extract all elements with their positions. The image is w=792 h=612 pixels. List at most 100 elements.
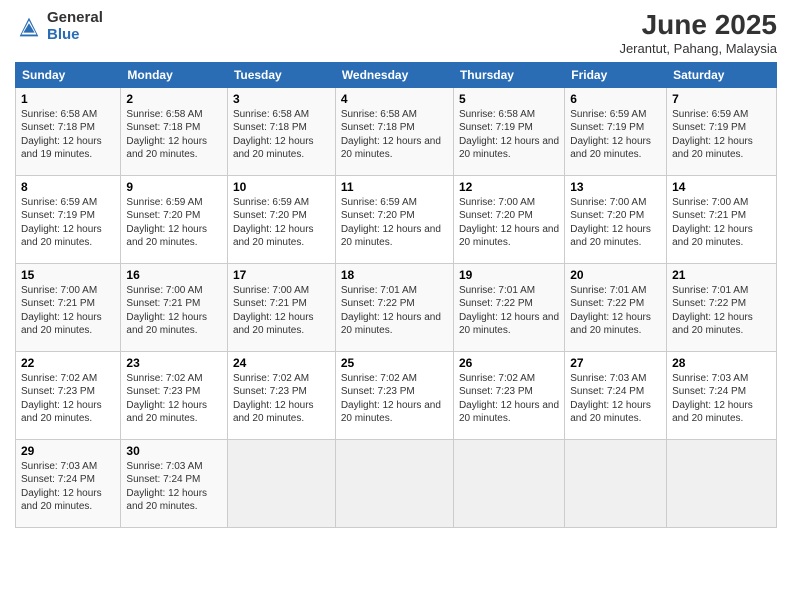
header-tuesday: Tuesday: [227, 62, 335, 87]
day-info: Sunrise: 6:58 AMSunset: 7:18 PMDaylight:…: [126, 108, 222, 162]
day-info: Sunrise: 7:01 AMSunset: 7:22 PMDaylight:…: [570, 284, 661, 338]
calendar-cell: 4 Sunrise: 6:58 AMSunset: 7:18 PMDaylight…: [335, 87, 453, 175]
logo-blue-text: Blue: [47, 27, 103, 44]
calendar-cell: 22 Sunrise: 7:02 AMSunset: 7:23 PMDayligh…: [16, 351, 121, 439]
day-number: 9: [126, 180, 222, 194]
calendar-cell: 5Sunrise: 6:58 AMSunset: 7:19 PMDaylight…: [453, 87, 564, 175]
header-monday: Monday: [121, 62, 228, 87]
calendar-cell: [667, 439, 777, 527]
day-info: Sunrise: 6:58 AMSunset: 7:18 PMDaylight:…: [233, 108, 330, 162]
week-row-1: 1Sunrise: 6:58 AMSunset: 7:18 PMDaylight…: [16, 87, 777, 175]
calendar-cell: [335, 439, 453, 527]
day-info: Sunrise: 6:58 AMSunset: 7:18 PMDaylight:…: [341, 108, 448, 162]
logo: General Blue: [15, 10, 103, 43]
day-number: 5: [459, 92, 559, 106]
day-info: Sunrise: 7:03 AMSunset: 7:24 PMDaylight:…: [21, 460, 115, 514]
day-info: Sunrise: 7:00 AMSunset: 7:21 PMDaylight:…: [672, 196, 771, 250]
calendar-cell: 6Sunrise: 6:59 AMSunset: 7:19 PMDaylight…: [565, 87, 667, 175]
calendar-cell: 15 Sunrise: 7:00 AMSunset: 7:21 PMDayligh…: [16, 263, 121, 351]
day-number: 23: [126, 356, 222, 370]
location: Jerantut, Pahang, Malaysia: [619, 41, 777, 56]
day-number: 22: [21, 356, 115, 370]
day-number: 21: [672, 268, 771, 282]
calendar-cell: 20 Sunrise: 7:01 AMSunset: 7:22 PMDayligh…: [565, 263, 667, 351]
day-info: Sunrise: 7:02 AMSunset: 7:23 PMDaylight:…: [459, 372, 559, 426]
header-wednesday: Wednesday: [335, 62, 453, 87]
day-number: 4: [341, 92, 448, 106]
day-info: Sunrise: 7:03 AMSunset: 7:24 PMDaylight:…: [570, 372, 661, 426]
calendar-cell: 18 Sunrise: 7:01 AMSunset: 7:22 PMDayligh…: [335, 263, 453, 351]
day-info: Sunrise: 6:58 AMSunset: 7:18 PMDaylight:…: [21, 108, 115, 162]
day-number: 16: [126, 268, 222, 282]
day-number: 8: [21, 180, 115, 194]
calendar-table: SundayMondayTuesdayWednesdayThursdayFrid…: [15, 62, 777, 528]
calendar-container: General Blue June 2025 Jerantut, Pahang,…: [0, 0, 792, 538]
calendar-cell: 1Sunrise: 6:58 AMSunset: 7:18 PMDaylight…: [16, 87, 121, 175]
day-info: Sunrise: 7:00 AMSunset: 7:20 PMDaylight:…: [570, 196, 661, 250]
day-info: Sunrise: 7:01 AMSunset: 7:22 PMDaylight:…: [672, 284, 771, 338]
calendar-cell: 2 Sunrise: 6:58 AMSunset: 7:18 PMDaylight…: [121, 87, 228, 175]
header: General Blue June 2025 Jerantut, Pahang,…: [15, 10, 777, 56]
calendar-cell: 26 Sunrise: 7:02 AMSunset: 7:23 PMDayligh…: [453, 351, 564, 439]
day-number: 19: [459, 268, 559, 282]
calendar-cell: 13 Sunrise: 7:00 AMSunset: 7:20 PMDayligh…: [565, 175, 667, 263]
calendar-cell: 12 Sunrise: 7:00 AMSunset: 7:20 PMDayligh…: [453, 175, 564, 263]
calendar-header-row: SundayMondayTuesdayWednesdayThursdayFrid…: [16, 62, 777, 87]
calendar-cell: 19Sunrise: 7:01 AMSunset: 7:22 PMDayligh…: [453, 263, 564, 351]
calendar-cell: 3 Sunrise: 6:58 AMSunset: 7:18 PMDaylight…: [227, 87, 335, 175]
logo-text: General Blue: [47, 10, 103, 43]
calendar-cell: 14 Sunrise: 7:00 AMSunset: 7:21 PMDayligh…: [667, 175, 777, 263]
calendar-cell: 23 Sunrise: 7:02 AMSunset: 7:23 PMDayligh…: [121, 351, 228, 439]
calendar-cell: 9Sunrise: 6:59 AMSunset: 7:20 PMDaylight…: [121, 175, 228, 263]
calendar-cell: 28 Sunrise: 7:03 AMSunset: 7:24 PMDayligh…: [667, 351, 777, 439]
day-info: Sunrise: 7:00 AMSunset: 7:20 PMDaylight:…: [459, 196, 559, 250]
calendar-cell: [227, 439, 335, 527]
calendar-cell: [565, 439, 667, 527]
day-info: Sunrise: 7:00 AMSunset: 7:21 PMDaylight:…: [126, 284, 222, 338]
day-info: Sunrise: 7:03 AMSunset: 7:24 PMDaylight:…: [672, 372, 771, 426]
header-thursday: Thursday: [453, 62, 564, 87]
day-number: 24: [233, 356, 330, 370]
day-info: Sunrise: 7:02 AMSunset: 7:23 PMDaylight:…: [126, 372, 222, 426]
day-number: 14: [672, 180, 771, 194]
day-number: 7: [672, 92, 771, 106]
week-row-2: 8 Sunrise: 6:59 AMSunset: 7:19 PMDaylight…: [16, 175, 777, 263]
day-number: 15: [21, 268, 115, 282]
day-info: Sunrise: 7:00 AMSunset: 7:21 PMDaylight:…: [233, 284, 330, 338]
calendar-cell: 25Sunrise: 7:02 AMSunset: 7:23 PMDayligh…: [335, 351, 453, 439]
calendar-cell: 27 Sunrise: 7:03 AMSunset: 7:24 PMDayligh…: [565, 351, 667, 439]
day-info: Sunrise: 7:02 AMSunset: 7:23 PMDaylight:…: [21, 372, 115, 426]
day-number: 12: [459, 180, 559, 194]
logo-general-text: General: [47, 10, 103, 27]
calendar-cell: 30Sunrise: 7:03 AMSunset: 7:24 PMDayligh…: [121, 439, 228, 527]
day-number: 13: [570, 180, 661, 194]
day-number: 28: [672, 356, 771, 370]
title-block: June 2025 Jerantut, Pahang, Malaysia: [619, 10, 777, 56]
day-number: 2: [126, 92, 222, 106]
week-row-3: 15 Sunrise: 7:00 AMSunset: 7:21 PMDayligh…: [16, 263, 777, 351]
day-info: Sunrise: 7:00 AMSunset: 7:21 PMDaylight:…: [21, 284, 115, 338]
calendar-cell: 11Sunrise: 6:59 AMSunset: 7:20 PMDayligh…: [335, 175, 453, 263]
calendar-cell: 21 Sunrise: 7:01 AMSunset: 7:22 PMDayligh…: [667, 263, 777, 351]
day-number: 25: [341, 356, 448, 370]
calendar-cell: 16 Sunrise: 7:00 AMSunset: 7:21 PMDayligh…: [121, 263, 228, 351]
logo-icon: [15, 13, 43, 41]
day-number: 18: [341, 268, 448, 282]
day-info: Sunrise: 6:59 AMSunset: 7:19 PMDaylight:…: [21, 196, 115, 250]
day-number: 17: [233, 268, 330, 282]
day-info: Sunrise: 6:59 AMSunset: 7:19 PMDaylight:…: [570, 108, 661, 162]
day-info: Sunrise: 6:59 AMSunset: 7:20 PMDaylight:…: [233, 196, 330, 250]
day-info: Sunrise: 6:59 AMSunset: 7:20 PMDaylight:…: [341, 196, 448, 250]
day-number: 27: [570, 356, 661, 370]
calendar-cell: 8 Sunrise: 6:59 AMSunset: 7:19 PMDaylight…: [16, 175, 121, 263]
day-number: 20: [570, 268, 661, 282]
day-info: Sunrise: 7:01 AMSunset: 7:22 PMDaylight:…: [341, 284, 448, 338]
day-info: Sunrise: 7:02 AMSunset: 7:23 PMDaylight:…: [233, 372, 330, 426]
calendar-cell: 7Sunrise: 6:59 AMSunset: 7:19 PMDaylight…: [667, 87, 777, 175]
calendar-cell: 29Sunrise: 7:03 AMSunset: 7:24 PMDayligh…: [16, 439, 121, 527]
day-number: 3: [233, 92, 330, 106]
month-title: June 2025: [619, 10, 777, 41]
day-number: 26: [459, 356, 559, 370]
header-sunday: Sunday: [16, 62, 121, 87]
calendar-cell: 17 Sunrise: 7:00 AMSunset: 7:21 PMDayligh…: [227, 263, 335, 351]
